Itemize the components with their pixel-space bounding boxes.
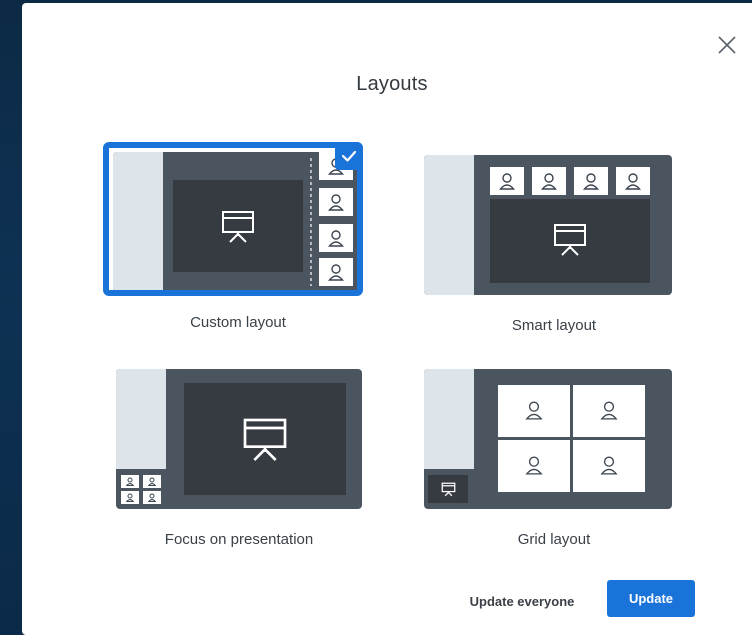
person-icon [541,173,557,190]
smart-layout-thumbnail [424,155,672,295]
dialog-title: Layouts [356,73,428,95]
layout-option-smart[interactable]: Smart layout [414,145,674,334]
layout-option-custom[interactable]: Custom layout [103,142,363,331]
participant-tile [143,475,161,488]
close-button[interactable] [716,34,738,56]
participant-tile [498,385,570,437]
participant-tile [616,167,650,195]
presentation-icon [243,418,287,461]
sidebar-area [424,369,474,469]
participant-tile [574,167,608,195]
layout-label: Smart layout [511,317,597,334]
participant-tile [143,491,161,504]
person-icon [525,401,543,420]
person-icon [583,173,599,190]
person-icon [499,173,515,190]
close-icon [718,36,736,54]
focus-layout-thumbnail [116,369,362,509]
update-button[interactable]: Update [607,580,695,617]
presentation-area [428,475,468,503]
selection-frame [103,142,363,296]
person-icon [148,493,156,502]
layout-option-grid[interactable]: Grid layout [414,359,674,548]
person-icon [600,401,618,420]
person-icon [126,493,134,502]
participant-tile [121,491,139,504]
presentation-icon [441,482,456,497]
participant-tile [573,440,645,492]
person-icon [600,456,618,475]
layout-label: Grid layout [517,531,591,548]
layouts-dialog: Layouts Custom layout Smart layout Focus… [22,3,752,635]
participant-tile [498,440,570,492]
presentation-area [490,199,650,283]
presentation-area [184,383,346,495]
person-icon [148,477,156,486]
person-icon [625,173,641,190]
participant-tile [532,167,566,195]
layout-label: Focus on presentation [164,531,314,548]
sidebar-area [116,369,166,469]
sidebar-area [424,155,474,295]
person-icon [126,477,134,486]
participant-tile [573,385,645,437]
selected-badge [335,142,363,170]
participant-tile [490,167,524,195]
participant-tile [121,475,139,488]
update-everyone-button[interactable]: Update everyone [462,584,582,620]
presentation-icon [554,224,586,256]
checkmark-icon [341,150,357,162]
grid-layout-thumbnail [424,369,672,509]
person-icon [525,456,543,475]
layout-option-focus[interactable]: Focus on presentation [106,359,366,548]
layout-label: Custom layout [190,314,286,331]
